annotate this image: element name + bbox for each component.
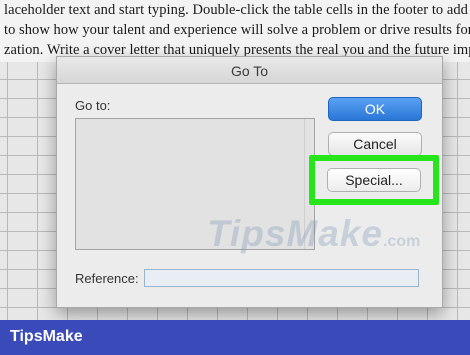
special-button[interactable]: Special...: [327, 168, 421, 192]
footer-brand-logo: TipsMake: [10, 328, 83, 345]
dialog-titlebar[interactable]: Go To: [57, 57, 442, 84]
document-line-1: laceholder text and start typing. Double…: [4, 2, 470, 18]
ok-button[interactable]: OK: [328, 97, 422, 121]
document-line-2: to show how your talent and experience w…: [4, 22, 470, 38]
watermark-text: TipsMake: [207, 213, 383, 254]
go-to-dialog: Go To Go to: OK Cancel Special... Refere…: [56, 56, 443, 308]
watermark-suffix: .com: [382, 233, 421, 250]
brand-footer-bar: TipsMake: [0, 320, 470, 355]
reference-label: Reference:: [75, 271, 139, 286]
reference-input[interactable]: [144, 269, 419, 287]
tipsmake-watermark: TipsMake.com: [207, 213, 420, 255]
dialog-title: Go To: [230, 63, 269, 79]
document-text-area: laceholder text and start typing. Double…: [0, 0, 470, 62]
cancel-button[interactable]: Cancel: [328, 132, 422, 156]
go-to-label: Go to:: [75, 98, 111, 113]
